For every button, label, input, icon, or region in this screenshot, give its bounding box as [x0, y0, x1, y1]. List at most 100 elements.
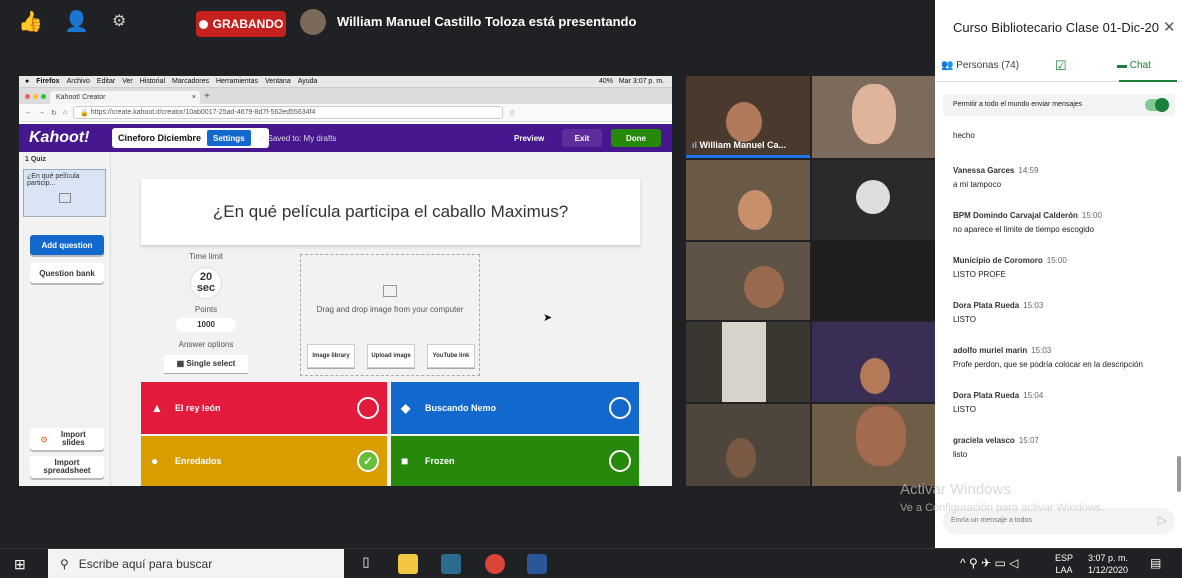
chat-message: Vanessa Garces 14:59 a mi tampoco [953, 166, 1039, 189]
minimize-dot-icon [33, 93, 38, 99]
participant-face [852, 84, 896, 144]
question-title: ¿En qué película participa el caballo Ma… [141, 179, 640, 245]
forward-icon: → [38, 109, 45, 116]
done-button: Done [611, 129, 661, 147]
image-placeholder-icon [58, 193, 71, 203]
windows-start-icon[interactable]: ⊞ [14, 556, 26, 573]
participant-avatar [856, 180, 890, 214]
video-tile-speaker[interactable]: ıl William Manuel Ca... [686, 76, 810, 158]
video-tile-2[interactable] [812, 76, 935, 158]
mouse-cursor-icon: ➤ [543, 312, 553, 324]
video-tile-9[interactable] [686, 404, 810, 486]
shared-screen: ● Firefox Archivo Editar Ver Historial M… [19, 76, 672, 486]
taskbar-search[interactable]: ⚲ Escribe aquí para buscar [48, 549, 344, 578]
send-icon[interactable]: ▷ [1158, 513, 1167, 527]
speaker-name: ıl William Manuel Ca... [692, 140, 786, 150]
panel-title: Curso Bibliotecario Clase 01-Dic-20 [953, 20, 1159, 35]
lock-icon: 🔒 [80, 109, 91, 117]
menu-marcadores: Marcadores [172, 78, 209, 85]
tray-icons[interactable]: ^ ⚲ ✈ ▭ ◁ [960, 556, 1018, 570]
close-icon[interactable]: ✕ [1163, 18, 1176, 36]
chrome-icon[interactable] [485, 554, 505, 574]
answer-3: ● Enredados ✓ [141, 436, 387, 486]
back-icon: ← [25, 109, 32, 116]
correct-toggle-2 [609, 397, 631, 419]
time-limit-label: Time limit [189, 252, 223, 261]
chat-message: Dora Plata Rueda 15:03 LISTO [953, 301, 1044, 324]
correct-toggle-1 [357, 397, 379, 419]
chat-messages: hecho Vanessa Garces 14:59 a mi tampoco BP… [953, 126, 1175, 481]
check-icon: ✓ [357, 450, 379, 472]
points-label: Points [194, 305, 218, 314]
answer-options-label: Answer options [178, 340, 234, 349]
import-spreadsheet-button: Import spreadsheet [30, 456, 104, 478]
taskbar-clock[interactable]: 3:07 p. m. 1/12/2020 [1088, 552, 1128, 576]
speaking-indicator [686, 155, 810, 158]
chat-message: adolfo muriel marin 15:03 Profe perdon, qu… [953, 346, 1143, 369]
avatar-icon[interactable]: 👤 [64, 10, 89, 34]
tab-chat[interactable]: ▬ Chat [1117, 60, 1151, 71]
chat-message: Municipio de Coromoro 15:00 LISTO PROFE [953, 256, 1067, 279]
home-icon: ⌂ [62, 109, 68, 116]
reload-icon: ↻ [51, 109, 57, 117]
grid-icon: ▦ [176, 359, 187, 368]
word-icon[interactable] [527, 554, 547, 574]
scrollbar[interactable] [1177, 456, 1181, 492]
circle-icon: ● [151, 454, 159, 468]
exit-button: Exit [562, 129, 602, 147]
notification-icon[interactable]: ▤ [1150, 556, 1161, 570]
video-tile-5[interactable] [686, 242, 810, 320]
image-icon [383, 285, 397, 297]
video-tile-10[interactable] [812, 404, 935, 486]
permit-toggle[interactable] [1145, 98, 1169, 112]
tasks-icon[interactable]: ☑ [1055, 58, 1067, 74]
record-dot-icon [198, 19, 208, 29]
diamond-icon: ◆ [401, 401, 411, 415]
kahoot-logo: Kahoot! [29, 129, 90, 146]
kahoot-header: Kahoot! Cineforo Diciembre Settings ✓ Sa… [19, 124, 672, 152]
video-tile-6[interactable] [812, 242, 935, 320]
time-limit-selector: 20 sec [190, 267, 222, 299]
menu-herramientas: Herramientas [216, 78, 259, 85]
windows-taskbar: ⊞ ⚲ Escribe aquí para buscar ▯ ^ ⚲ ✈ ▭ ◁ … [0, 548, 1182, 578]
file-explorer-icon[interactable] [398, 554, 418, 574]
chat-message: graciela velasco 15:07 listo [953, 436, 1039, 459]
task-view-icon[interactable]: ▯ [356, 554, 376, 574]
quiz-thumbnail: ¿En qué película particip... [23, 169, 106, 217]
participant-face [726, 102, 762, 142]
kahoot-editor: ¿En qué película participa el caballo Ma… [111, 152, 672, 486]
image-library-button: Image library [307, 344, 355, 368]
media-dropzone: Drag and drop image from your computer I… [300, 254, 480, 376]
video-tile-8[interactable] [812, 322, 935, 402]
youtube-link-button: YouTube link [427, 344, 475, 368]
app-icon-cx[interactable] [441, 554, 461, 574]
chat-message: hecho [953, 131, 975, 140]
chat-message: BPM Domindo Carvajal Calderón 15:00 no apa… [953, 211, 1102, 234]
url-field: 🔒 https://create.kahoot.it/creator/10ab0… [73, 106, 504, 119]
kahoot-sidebar: 1 Quiz ¿En qué película particip... Add … [19, 152, 111, 486]
meeting-top-bar: 👍 👤 ⚙ GRABANDO William Manuel Castillo T… [0, 0, 935, 48]
audio-level-icon: ıl [692, 140, 700, 150]
saved-status: ✓ Saved to: My drafts [258, 133, 337, 143]
menu-historial: Historial [139, 78, 166, 85]
browser-tab-bar: Kahoot! Creator × + [19, 88, 672, 104]
thumbs-up-icon[interactable]: 👍 [18, 10, 43, 34]
settings-icon[interactable]: ⚙ [112, 10, 126, 34]
apple-icon: ● [25, 78, 30, 85]
activate-windows-title: Activar Windows [900, 481, 1011, 498]
language-indicator[interactable]: ESP LAA [1055, 552, 1073, 576]
answer-2: ◆ Buscando Nemo [391, 382, 639, 434]
presenting-text: William Manuel Castillo Toloza está pres… [337, 14, 637, 29]
bookmark-icon: ☆ [509, 109, 516, 117]
question-options: Time limit 20 sec Points 1000 Answer opti… [151, 252, 261, 379]
video-tile-7[interactable] [686, 322, 810, 402]
chat-panel: Curso Bibliotecario Clase 01-Dic-20 ✕ 👥 … [935, 0, 1182, 548]
video-tile-3[interactable] [686, 160, 810, 240]
browser-tab: Kahoot! Creator × [50, 91, 200, 104]
menu-firefox: Firefox [36, 78, 60, 85]
tab-people[interactable]: 👥 Personas (74) [941, 60, 1019, 71]
triangle-icon: ▲ [151, 401, 163, 415]
square-icon: ■ [401, 454, 409, 468]
upload-image-button: Upload image [367, 344, 415, 368]
video-tile-4[interactable] [812, 160, 935, 240]
